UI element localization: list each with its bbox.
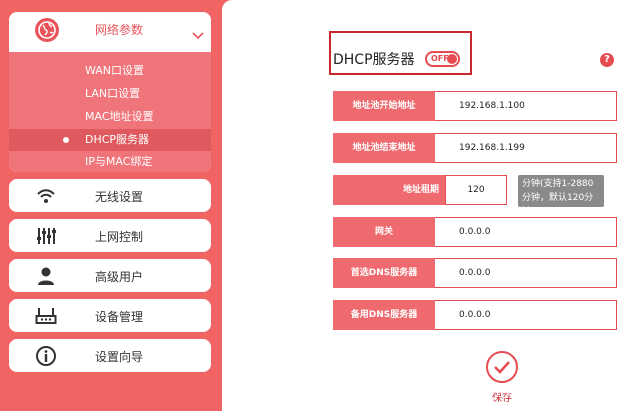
nav-card-setup-wizard[interactable]: 设置向导 [9,339,211,372]
check-icon [494,361,510,374]
gateway-input[interactable]: 0.0.0.0 [435,217,617,247]
nav-network-title: 网络参数 [95,23,144,37]
save-button[interactable] [486,351,518,383]
submenu-item-label: LAN口设置 [85,87,141,100]
wifi-icon [35,185,57,207]
submenu-item-wan[interactable]: WAN口设置 [9,60,211,82]
nav-card-label: 无线设置 [95,190,144,204]
lease-unit-note: 分钟(支持1-2880分钟，默认120分钟) [518,175,604,217]
submenu-item-dhcp[interactable]: DHCP服务器 [9,129,211,151]
submenu-item-label: IP与MAC绑定 [85,155,153,168]
gateway-label: 网关 [333,217,435,247]
pool-end-input[interactable]: 192.168.1.199 [435,133,617,163]
nav-network-header[interactable]: 网络参数 [9,12,211,46]
pool-end-label: 地址池结束地址 [333,133,435,163]
user-icon [35,265,57,287]
page-title: DHCP服务器 [333,52,415,68]
field-dns-secondary: 备用DNS服务器 0.0.0.0 [333,300,617,330]
active-dot-icon [63,137,69,143]
dhcp-toggle[interactable]: OFF [425,51,460,67]
help-icon[interactable]: ? [600,53,614,67]
nav-card-device-management[interactable]: 设备管理 [9,299,211,332]
dns-primary-label: 首选DNS服务器 [333,258,435,288]
nav-card-wireless[interactable]: 无线设置 [9,179,211,212]
router-icon [35,305,57,327]
nav-card-advanced-users[interactable]: 高级用户 [9,259,211,292]
globe-icon [35,18,59,42]
chevron-down-icon[interactable] [192,25,204,44]
watermark-text: 头条@悟空问答 [502,385,587,400]
field-gateway: 网关 0.0.0.0 [333,217,617,247]
submenu-item-lan[interactable]: LAN口设置 [9,83,211,105]
sidebar: 网络参数 WAN口设置 LAN口设置 MAC地址设置 DHCP服务器 IP与MA… [0,0,222,411]
nav-card-label: 设备管理 [95,310,144,324]
submenu-item-mac[interactable]: MAC地址设置 [9,106,211,128]
field-pool-end: 地址池结束地址 192.168.1.199 [333,133,617,163]
lease-label: 地址租期 [333,175,445,205]
pool-start-label: 地址池开始地址 [333,91,435,121]
toggle-knob [447,54,457,64]
pool-start-input[interactable]: 192.168.1.100 [435,91,617,121]
field-dns-primary: 首选DNS服务器 0.0.0.0 [333,258,617,288]
nav-group-network: 网络参数 WAN口设置 LAN口设置 MAC地址设置 DHCP服务器 IP与MA… [9,12,211,172]
network-submenu: WAN口设置 LAN口设置 MAC地址设置 DHCP服务器 IP与MAC绑定 [9,52,211,172]
dns-secondary-input[interactable]: 0.0.0.0 [435,300,617,330]
info-icon [35,345,57,367]
field-pool-start: 地址池开始地址 192.168.1.100 [333,91,617,121]
submenu-item-label: WAN口设置 [85,64,145,77]
sliders-icon [35,225,57,247]
watermark-logo-icon [480,383,498,401]
dns-primary-input[interactable]: 0.0.0.0 [435,258,617,288]
nav-card-label: 设置向导 [95,350,144,364]
submenu-item-label: DHCP服务器 [85,133,150,146]
submenu-item-label: MAC地址设置 [85,110,154,123]
dns-secondary-label: 备用DNS服务器 [333,300,435,330]
watermark: 头条@悟空问答 [480,383,586,401]
nav-card-access-control[interactable]: 上网控制 [9,219,211,252]
submenu-item-ip-mac-bind[interactable]: IP与MAC绑定 [9,151,211,172]
lease-input[interactable]: 120 [445,175,507,205]
nav-card-label: 上网控制 [95,230,144,244]
nav-card-label: 高级用户 [95,270,144,284]
main-panel: DHCP服务器 OFF ? 地址池开始地址 192.168.1.100 地址池结… [222,0,640,411]
